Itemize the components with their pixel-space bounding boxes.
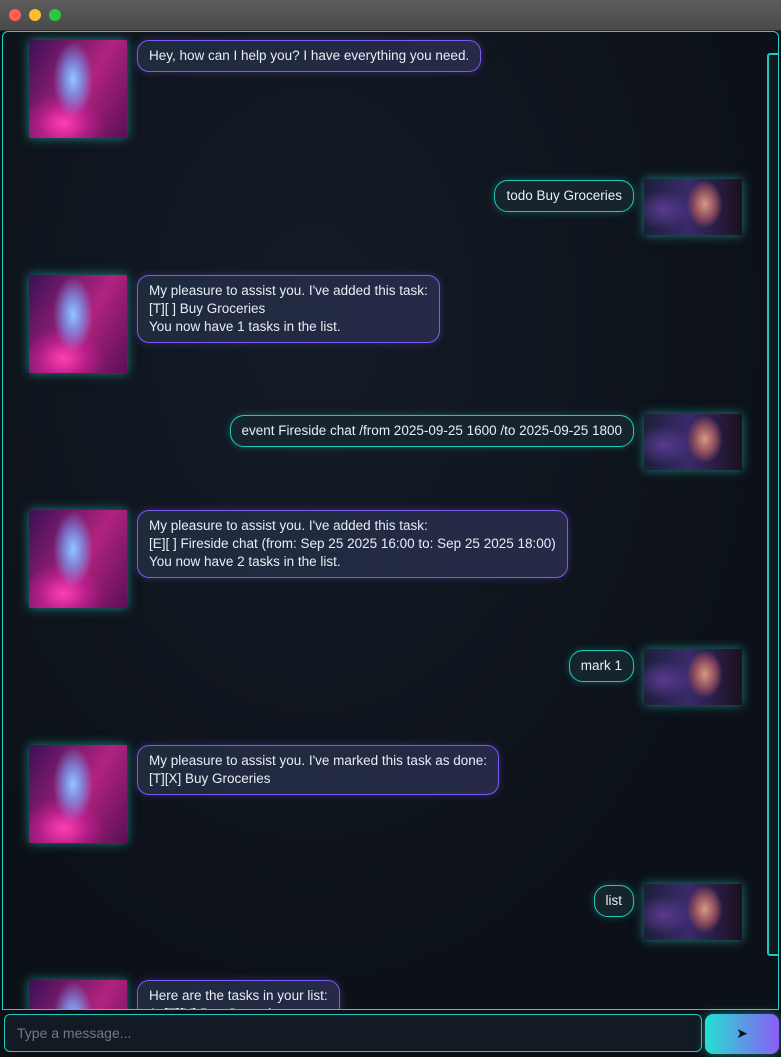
bot-avatar xyxy=(29,745,127,843)
bot-message-bubble: Hey, how can I help you? I have everythi… xyxy=(137,40,482,72)
user-message-bubble: mark 1 xyxy=(568,650,634,682)
user-message-bubble: list xyxy=(593,885,634,917)
user-avatar xyxy=(644,414,742,470)
bot-avatar xyxy=(29,275,127,373)
bot-avatar xyxy=(29,510,127,608)
user-avatar xyxy=(644,649,742,705)
close-window-button[interactable] xyxy=(9,9,21,21)
send-button[interactable]: ➤ xyxy=(705,1014,779,1054)
bot-message-bubble: My pleasure to assist you. I've marked t… xyxy=(137,745,499,795)
bot-avatar xyxy=(29,40,127,138)
user-avatar xyxy=(644,179,742,235)
user-message-bubble: event Fireside chat /from 2025-09-25 160… xyxy=(229,415,634,447)
bot-avatar xyxy=(29,980,127,1009)
chat-scrollbar[interactable] xyxy=(767,53,778,956)
user-avatar xyxy=(644,884,742,940)
bot-message-bubble: My pleasure to assist you. I've added th… xyxy=(137,275,440,343)
window-titlebar xyxy=(0,0,781,31)
chat-pane[interactable]: Hey, how can I help you? I have everythi… xyxy=(2,31,779,1010)
input-bar: ➤ xyxy=(0,1010,781,1057)
bot-message-bubble: Here are the tasks in your list: 1. [T][… xyxy=(137,980,340,1009)
minimize-window-button[interactable] xyxy=(29,9,41,21)
send-arrow-icon: ➤ xyxy=(736,1026,748,1042)
bot-message-bubble: My pleasure to assist you. I've added th… xyxy=(137,510,568,578)
user-message-bubble: todo Buy Groceries xyxy=(494,180,634,212)
message-input[interactable] xyxy=(4,1014,702,1052)
maximize-window-button[interactable] xyxy=(49,9,61,21)
